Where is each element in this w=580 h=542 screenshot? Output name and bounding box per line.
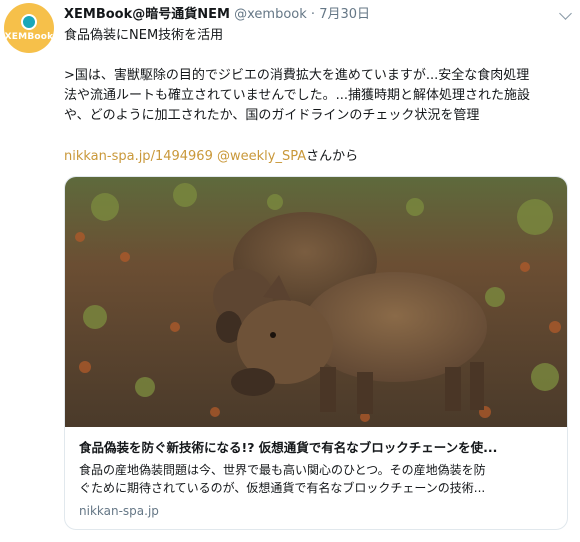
tweet-line: や、どのように加工されたか、国のガイドラインのチェック状況を管理 (64, 108, 480, 123)
article-link[interactable]: nikkan-spa.jp/1494969 (64, 149, 213, 164)
tweet-timestamp[interactable]: 7月30日 (319, 7, 370, 22)
avatar[interactable]: XEMBook (4, 3, 54, 53)
card-title: 食品偽装を防ぐ新技術になる!? 仮想通貨で有名なブロックチェーンを使... (79, 440, 498, 455)
tweet-line: 法や流通ルートも確立されていませんでした。...捕獲時期と解体処理された施設 (64, 88, 530, 103)
chevron-down-icon[interactable] (559, 7, 572, 20)
tweet-links: nikkan-spa.jp/1494969 @weekly_SPAさんから (64, 148, 358, 166)
boar-photo (65, 177, 567, 427)
card-domain: nikkan-spa.jp (79, 504, 159, 518)
card-desc-line: ぐために期待されているのが、仮想通貨で有名なブロックチェーンの技術... (79, 481, 486, 495)
display-name[interactable]: XEMBook@暗号通貨NEM (64, 7, 230, 22)
via-suffix: さんから (306, 149, 359, 164)
nem-logo-icon (21, 14, 37, 30)
card-desc-line: 食品の産地偽装問題は今、世界で最も高い関心のひとつ。その産地偽装を防 (79, 463, 486, 477)
tweet-header: XEMBook@暗号通貨NEM @xembook · 7月30日 (64, 6, 550, 24)
avatar-label: XEMBook (4, 32, 54, 42)
link-card[interactable]: 食品偽装を防ぐ新技術になる!? 仮想通貨で有名なブロックチェーンを使... 食品… (64, 176, 568, 530)
tweet-text: 食品偽装にNEM技術を活用 >国は、害獣駆除の目的でジビエの消費拡大を進めていま… (64, 26, 572, 126)
header-separator: · (310, 7, 316, 22)
user-handle[interactable]: @xembook (234, 7, 307, 22)
tweet-line: 食品偽装にNEM技術を活用 (64, 28, 224, 43)
mention-link[interactable]: @weekly_SPA (217, 149, 306, 164)
tweet-line: >国は、害獣駆除の目的でジビエの消費拡大を進めていますが...安全な食肉処理 (64, 68, 530, 83)
card-description: 食品の産地偽装問題は今、世界で最も高い関心のひとつ。その産地偽装を防 ぐために期… (79, 461, 553, 497)
